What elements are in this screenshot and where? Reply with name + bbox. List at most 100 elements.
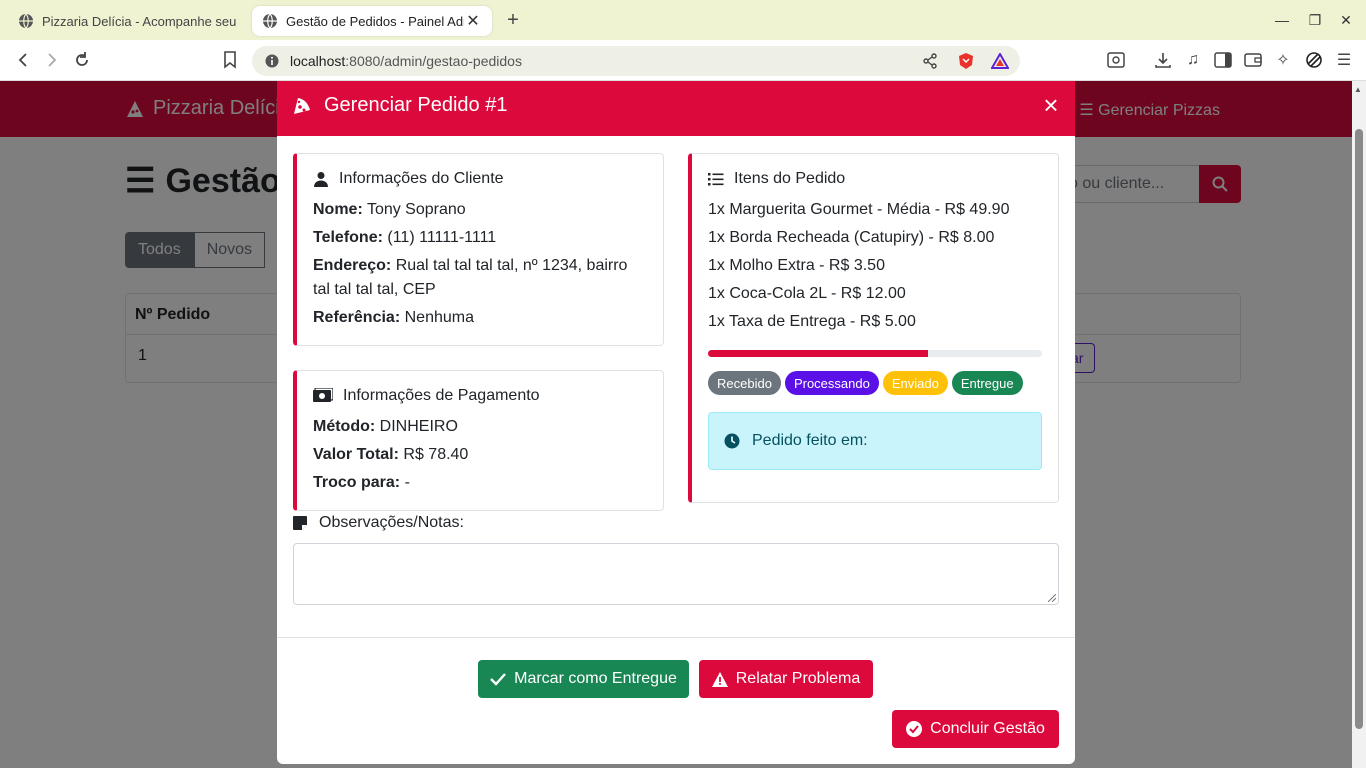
status-badges: Recebido Processando Enviado Entregue <box>708 371 1023 395</box>
browser-toolbar: localhost:8080/admin/gestao-pedidos ♫ ✧ … <box>0 40 1366 81</box>
window-close-icon[interactable]: ✕ <box>1336 10 1356 30</box>
forward-icon[interactable] <box>41 49 63 71</box>
money-bill-icon <box>313 388 333 402</box>
modal-title-text: Gerenciar Pedido #1 <box>324 94 508 116</box>
new-tab-button[interactable]: + <box>502 8 524 32</box>
payment-total-value: R$ 78.40 <box>403 446 469 463</box>
ordered-at-label: Pedido feito em: <box>752 432 868 449</box>
wallet-icon[interactable] <box>1242 49 1264 71</box>
check-icon <box>490 673 507 686</box>
tab-title: Pizzaria Delícia - Acompanhe seu Pedido <box>42 13 238 29</box>
payment-change-value: - <box>404 474 410 491</box>
customer-reference: Referência: Nenhuma <box>313 306 474 330</box>
mark-delivered-button[interactable]: Marcar como Entregue <box>478 660 689 698</box>
site-info-icon[interactable] <box>264 53 280 69</box>
order-item: 1x Molho Extra - R$ 3.50 <box>708 257 885 274</box>
customer-address: Endereço: Rual tal tal tal tal, nº 1234,… <box>313 254 627 278</box>
customer-address-line1: Rual tal tal tal tal, nº 1234, bairro <box>395 257 628 274</box>
report-problem-label: Relatar Problema <box>735 670 861 687</box>
status-badge-received: Recebido <box>708 371 781 395</box>
brave-rewards-icon[interactable] <box>991 53 1009 69</box>
customer-info-heading: Informações do Cliente <box>313 170 504 188</box>
scroll-thumb[interactable] <box>1355 129 1363 729</box>
menu-icon[interactable]: ☰ <box>1333 49 1355 71</box>
browser-tab-tracking[interactable]: Pizzaria Delícia - Acompanhe seu Pedido <box>8 6 248 36</box>
payment-change-label: Troco para: <box>313 474 401 491</box>
order-items-card: Itens do Pedido 1x Marguerita Gourmet - … <box>688 153 1059 503</box>
scroll-up-icon[interactable]: ▲ <box>1354 85 1362 94</box>
browser-tab-bar: Pizzaria Delícia - Acompanhe seu Pedido … <box>0 0 1366 40</box>
brave-shield-icon[interactable] <box>957 52 975 70</box>
reload-icon[interactable] <box>71 49 93 71</box>
browser-tab-admin[interactable]: Gestão de Pedidos - Painel Admin ✕ <box>252 6 492 36</box>
customer-reference-label: Referência: <box>313 309 401 326</box>
notes-textarea[interactable] <box>293 543 1059 605</box>
tab-title: Gestão de Pedidos - Painel Admin <box>286 13 464 29</box>
media-icon[interactable]: ♫ <box>1182 49 1204 71</box>
user-icon <box>314 172 328 187</box>
modal-title: Gerenciar Pedido #1 <box>292 94 507 117</box>
customer-name-label: Nome: <box>313 201 363 218</box>
page-scrollbar[interactable]: ▲ <box>1352 81 1366 768</box>
clock-icon <box>724 433 740 449</box>
list-icon <box>708 173 724 186</box>
finish-management-button[interactable]: Concluir Gestão <box>892 710 1059 748</box>
notes-label: Observações/Notas: <box>293 514 464 532</box>
customer-phone-label: Telefone: <box>313 229 383 246</box>
url-host: localhost <box>290 53 346 69</box>
address-bar[interactable]: localhost:8080/admin/gestao-pedidos <box>252 46 1020 76</box>
vpn-icon[interactable] <box>1303 49 1325 71</box>
customer-info-heading-text: Informações do Cliente <box>339 170 504 187</box>
bookmark-icon[interactable] <box>219 49 241 71</box>
payment-method: Método: DINHEIRO <box>313 415 458 439</box>
report-problem-button[interactable]: Relatar Problema <box>699 660 873 698</box>
mark-delivered-label: Marcar como Entregue <box>514 670 677 687</box>
order-item: 1x Marguerita Gourmet - Média - R$ 49.90 <box>708 201 1010 218</box>
payment-total: Valor Total: R$ 78.40 <box>313 443 468 467</box>
back-icon[interactable] <box>12 49 34 71</box>
pizza-slice-icon <box>294 97 310 114</box>
maximize-icon[interactable]: ❐ <box>1305 10 1325 30</box>
customer-name-value: Tony Soprano <box>366 201 466 218</box>
payment-method-label: Método: <box>313 418 376 435</box>
payment-info-heading-text: Informações de Pagamento <box>343 387 540 404</box>
tab-close-icon[interactable]: ✕ <box>464 11 482 31</box>
customer-address-label: Endereço: <box>313 257 392 274</box>
modal-footer-divider <box>277 637 1075 638</box>
order-progress-fill <box>708 350 929 357</box>
sidebar-icon[interactable] <box>1212 49 1234 71</box>
status-badge-processing: Processando <box>784 371 879 395</box>
payment-info-card: Informações de Pagamento Método: DINHEIR… <box>293 370 664 511</box>
order-item: 1x Coca-Cola 2L - R$ 12.00 <box>708 285 906 302</box>
customer-address-line2: tal tal tal tal, CEP <box>313 281 436 298</box>
finish-management-label: Concluir Gestão <box>930 720 1045 737</box>
modal-header: Gerenciar Pedido #1 × <box>277 81 1075 136</box>
manage-order-modal: Gerenciar Pedido #1 × Informações do Cli… <box>277 81 1075 764</box>
payment-method-value: DINHEIRO <box>379 418 458 435</box>
warning-icon <box>711 671 728 687</box>
customer-info-card: Informações do Cliente Nome: Tony Sopran… <box>293 153 664 346</box>
order-item: 1x Borda Recheada (Catupiry) - R$ 8.00 <box>708 229 995 246</box>
order-item: 1x Taxa de Entrega - R$ 5.00 <box>708 313 916 330</box>
customer-name: Nome: Tony Soprano <box>313 198 466 222</box>
leo-ai-icon[interactable]: ✧ <box>1272 49 1294 71</box>
payment-total-label: Valor Total: <box>313 446 399 463</box>
reader-mode-icon[interactable] <box>1105 49 1127 71</box>
customer-reference-value: Nenhuma <box>404 309 474 326</box>
minimize-icon[interactable]: — <box>1272 10 1292 30</box>
customer-phone-value: (11) 11111-1111 <box>387 229 497 246</box>
share-icon[interactable] <box>922 53 938 69</box>
modal-close-icon[interactable]: × <box>1041 92 1061 118</box>
order-items-heading-text: Itens do Pedido <box>734 170 846 187</box>
download-icon[interactable] <box>1152 49 1174 71</box>
resize-grip-icon[interactable] <box>1048 594 1056 602</box>
order-progress-bar <box>708 350 1042 357</box>
globe-icon <box>263 13 277 29</box>
status-badge-delivered: Entregue <box>951 371 1023 395</box>
payment-info-heading: Informações de Pagamento <box>313 387 540 405</box>
url-path: :8080/admin/gestao-pedidos <box>345 53 522 69</box>
order-items-heading: Itens do Pedido <box>708 170 845 188</box>
customer-phone: Telefone: (11) 11111-1111 <box>313 226 496 250</box>
payment-change: Troco para: - <box>313 471 410 495</box>
order-time-alert: Pedido feito em: <box>708 412 1042 470</box>
